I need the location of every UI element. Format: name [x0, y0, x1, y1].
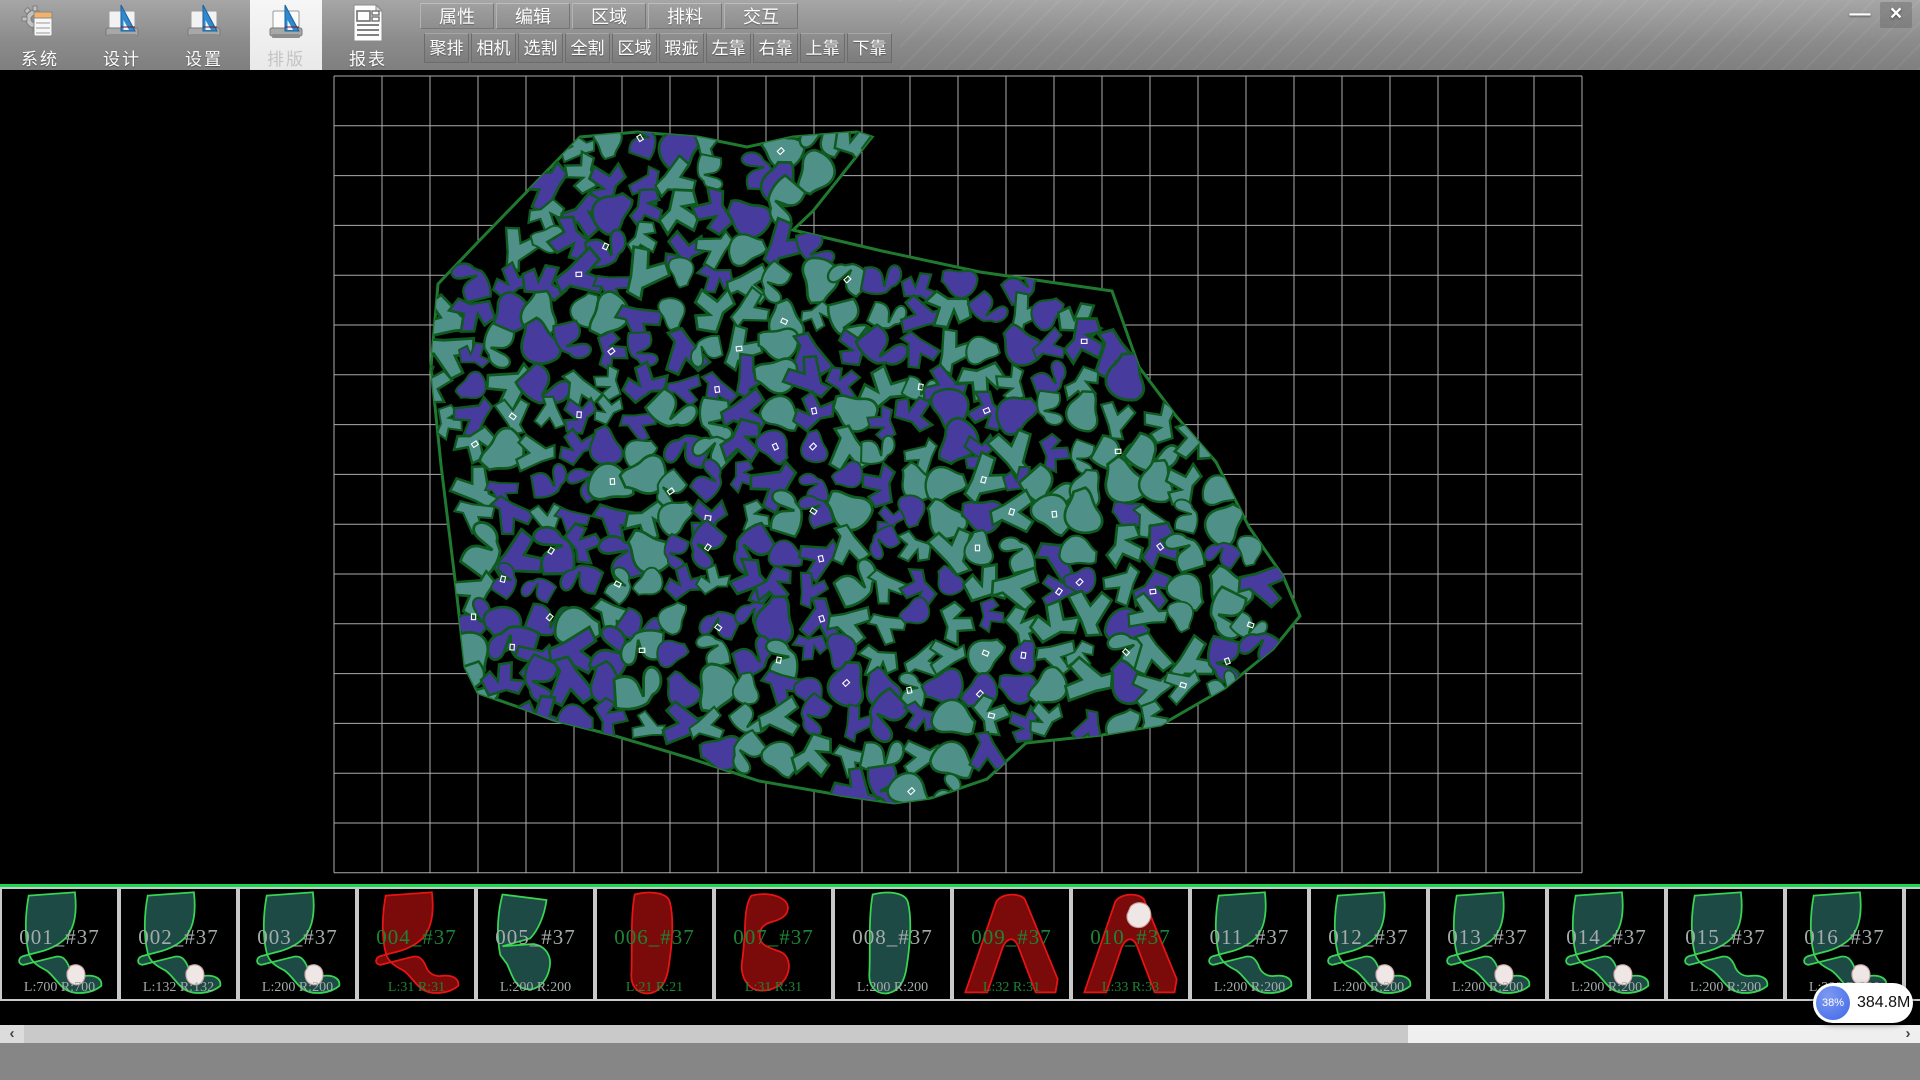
menu-properties[interactable]: 属性	[420, 3, 494, 29]
piece-shape	[2, 889, 117, 999]
memory-value: 384.8M	[1857, 983, 1910, 1023]
scrollbar-thumb[interactable]	[24, 1025, 1408, 1043]
piece-shape	[1549, 889, 1664, 999]
system-gear-icon	[20, 3, 60, 43]
thumb-cell[interactable]: 001_#37L:700 R:700	[0, 887, 119, 1001]
toolbar-hatch	[900, 0, 1920, 70]
app-tabs: 系统 设计	[4, 0, 404, 70]
piece-shape	[835, 889, 950, 999]
piece-shape	[1311, 889, 1426, 999]
thumb-cell[interactable]: 011_#37L:200 R:200	[1190, 887, 1309, 1001]
status-footer	[0, 1043, 1920, 1080]
thumb-cell[interactable]: 012_#37L:200 R:200	[1309, 887, 1428, 1001]
usage-percent-badge: 38%	[1816, 986, 1850, 1020]
thumb-cell[interactable]: 010_#37L:33 R:33	[1071, 887, 1190, 1001]
app-tab-system[interactable]: 系统	[4, 0, 76, 70]
piece-shape	[1073, 889, 1188, 999]
thumb-cell[interactable]: 003_#37L:200 R:200	[238, 887, 357, 1001]
piece-shape	[954, 889, 1069, 999]
tool-align-right[interactable]: 右靠	[753, 33, 798, 63]
memory-status-badge: 38% 384.8M	[1813, 983, 1913, 1023]
menu-region[interactable]: 区域	[572, 3, 646, 29]
app-tab-label: 报表	[349, 45, 387, 70]
piece-shape	[121, 889, 236, 999]
settings-setsquare-icon	[184, 3, 224, 43]
thumb-cell[interactable]: 005_#37L:200 R:200	[476, 887, 595, 1001]
piece-shape	[1192, 889, 1307, 999]
window-controls: — ×	[1844, 2, 1912, 28]
thumb-cell[interactable]: 006_#37L:21 R:21	[595, 887, 714, 1001]
thumb-cell[interactable]: 007_#37L:31 R:31	[714, 887, 833, 1001]
app-tab-label: 设计	[103, 45, 141, 70]
piece-shape	[1668, 889, 1783, 999]
tool-align-top[interactable]: 上靠	[800, 33, 845, 63]
app-tab-design[interactable]: 设计	[86, 0, 158, 70]
horizontal-scrollbar[interactable]: ‹ ›	[0, 1025, 1920, 1043]
tool-align-bottom[interactable]: 下靠	[847, 33, 892, 63]
report-document-icon	[348, 3, 388, 43]
thumb-cell[interactable]: 015_#37L:200 R:200	[1666, 887, 1785, 1001]
application-window: 系统 设计	[0, 0, 1920, 1080]
piece-shape	[240, 889, 355, 999]
piece-shape	[716, 889, 831, 999]
app-tab-label: 设置	[185, 45, 223, 70]
app-tab-layout[interactable]: 排版	[250, 0, 322, 70]
menu-edit[interactable]: 编辑	[496, 3, 570, 29]
piece-shape	[597, 889, 712, 999]
app-tab-settings[interactable]: 设置	[168, 0, 240, 70]
app-tab-label: 排版	[267, 45, 305, 70]
tool-camera[interactable]: 相机	[471, 33, 516, 63]
tool-align-left[interactable]: 左靠	[706, 33, 751, 63]
thumb-cell[interactable]: 014_#37L:200 R:200	[1547, 887, 1666, 1001]
nesting-canvas[interactable]	[0, 70, 1920, 884]
tool-cluster-nest[interactable]: 聚排	[424, 33, 469, 63]
thumb-cell[interactable]: 008_#37L:200 R:200	[833, 887, 952, 1001]
piece-shape	[359, 889, 474, 999]
tool-defect[interactable]: 瑕疵	[659, 33, 704, 63]
piece-shape	[478, 889, 593, 999]
thumb-cell[interactable]: 009_#37L:32 R:31	[952, 887, 1071, 1001]
menu-interact[interactable]: 交互	[724, 3, 798, 29]
app-tab-label: 系统	[21, 45, 59, 70]
tool-cut-all[interactable]: 全割	[565, 33, 610, 63]
tool-select-cut[interactable]: 选割	[518, 33, 563, 63]
piece-thumbnail-strip: 001_#37L:700 R:700002_#37L:132 R:132003_…	[0, 887, 1920, 1001]
thumb-cell[interactable]: 002_#37L:132 R:132	[119, 887, 238, 1001]
tool-bar: 聚排 相机 选割 全割 区域 瑕疵 左靠 右靠 上靠 下靠	[424, 33, 892, 63]
menu-nesting[interactable]: 排料	[648, 3, 722, 29]
menu-bar: 属性 编辑 区域 排料 交互	[420, 3, 798, 29]
layout-setsquare-icon	[266, 3, 306, 43]
scroll-right-arrow-icon[interactable]: ›	[1896, 1025, 1920, 1043]
thumb-cell[interactable]: 004_#37L:31 R:31	[357, 887, 476, 1001]
close-button[interactable]: ×	[1880, 2, 1912, 28]
tool-region[interactable]: 区域	[612, 33, 657, 63]
thumb-cell[interactable]: 013_#37L:200 R:200	[1428, 887, 1547, 1001]
toolbar: 系统 设计	[0, 0, 1920, 71]
scroll-left-arrow-icon[interactable]: ‹	[0, 1025, 24, 1043]
minimize-button[interactable]: —	[1844, 2, 1876, 28]
app-tab-report[interactable]: 报表	[332, 0, 404, 70]
piece-shape	[1430, 889, 1545, 999]
design-setsquare-icon	[102, 3, 142, 43]
